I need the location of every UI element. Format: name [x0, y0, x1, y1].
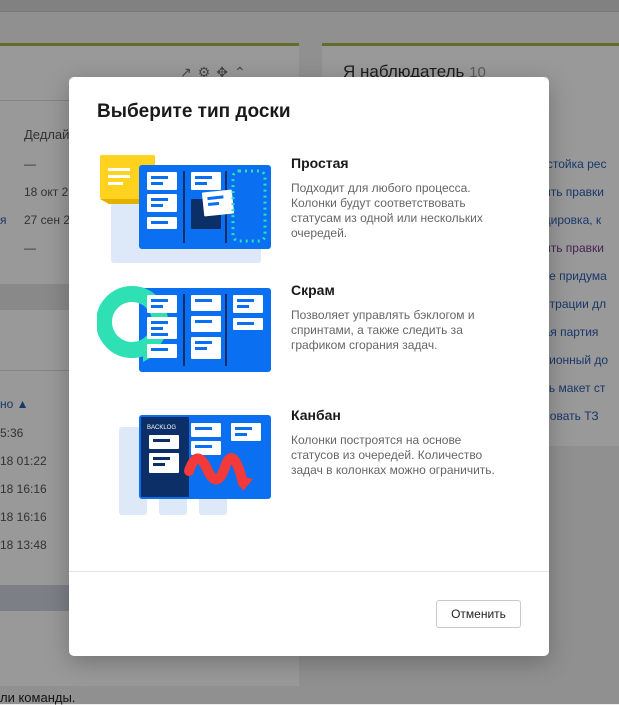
- scrum-board-illustration: [97, 286, 271, 372]
- board-option-description: Позволяет управлять бэклогом и спринтами…: [291, 308, 475, 352]
- board-option-description: Подходит для любого процесса. Колонки бу…: [291, 181, 483, 240]
- cancel-button[interactable]: Отменить: [436, 600, 521, 628]
- board-option-kanban[interactable]: BACKLOG Канбан Колонки построятся на осн…: [97, 407, 527, 519]
- kanban-board-illustration: BACKLOG: [119, 415, 271, 515]
- board-option-title: Простая: [291, 155, 349, 171]
- board-option-title: Канбан: [291, 407, 341, 423]
- board-option-description: Колонки построятся на основе статусов из…: [291, 433, 495, 477]
- board-option-simple[interactable]: Простая Подходит для любого процесса. Ко…: [97, 155, 527, 267]
- simple-board-illustration: [100, 155, 271, 263]
- board-option-title: Скрам: [291, 282, 335, 298]
- dialog-footer-divider: [69, 571, 549, 572]
- board-type-dialog: Выберите тип доски Простая Подходит для …: [69, 77, 549, 656]
- board-option-scrum[interactable]: Скрам Позволяет управлять бэклогом и спр…: [97, 282, 527, 394]
- dialog-title: Выберите тип доски: [97, 101, 291, 122]
- backlog-label: BACKLOG: [147, 425, 176, 431]
